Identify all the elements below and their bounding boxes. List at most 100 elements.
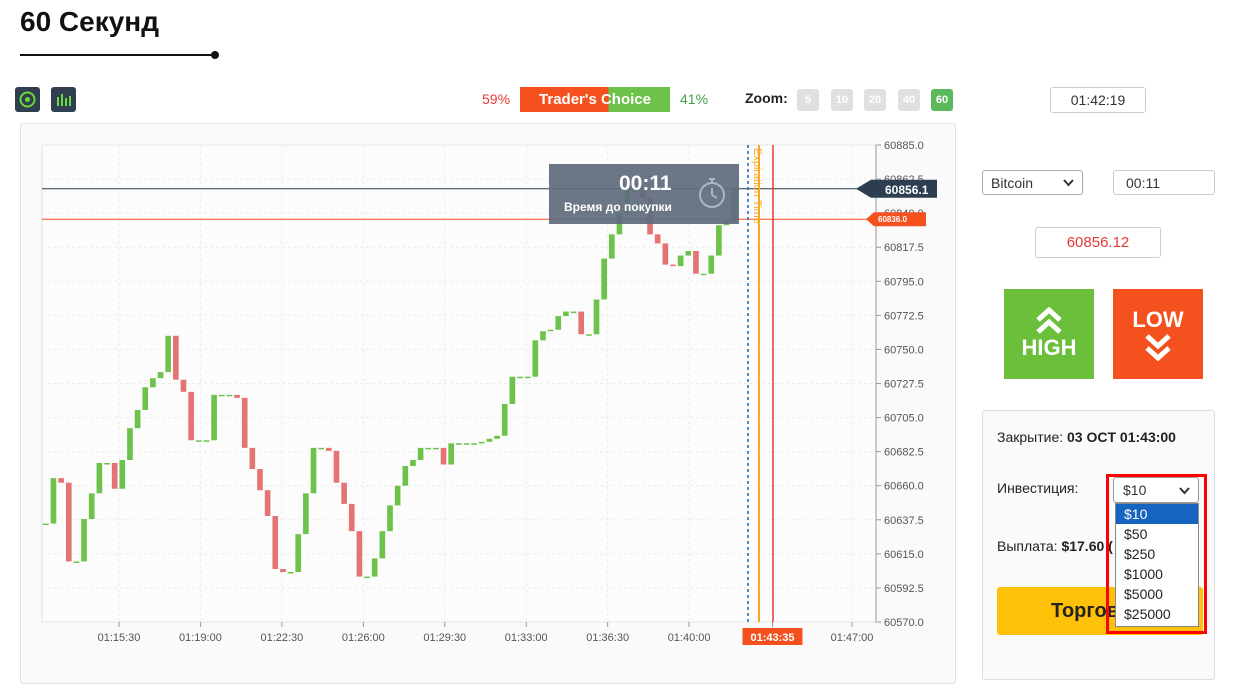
candle <box>303 493 309 535</box>
candle <box>241 397 248 448</box>
candle <box>111 463 118 489</box>
traders-choice-label: Trader's Choice <box>539 91 651 108</box>
candle <box>700 273 707 276</box>
y-tick-label: 60727.5 <box>884 379 924 391</box>
investment-label: Инвестиция: <box>997 480 1079 496</box>
y-tick-label: 60750.0 <box>884 344 924 356</box>
candle <box>81 519 87 562</box>
candle <box>280 569 286 573</box>
candle <box>73 561 80 563</box>
investment-option[interactable]: $250 <box>1116 544 1198 564</box>
candle <box>670 264 676 267</box>
candle <box>578 311 585 335</box>
candle <box>371 558 378 577</box>
candle <box>524 376 531 379</box>
candle <box>348 503 355 532</box>
zoom-button-60[interactable]: 60 <box>931 89 953 111</box>
candle <box>325 447 332 451</box>
investment-option[interactable]: $1000 <box>1116 564 1198 584</box>
candle <box>226 394 233 397</box>
y-tick-label: 60705.0 <box>884 413 924 425</box>
server-clock: 01:42:19 <box>1050 87 1146 113</box>
current-price-display: 60856.12 <box>1035 227 1161 258</box>
candle <box>165 335 172 373</box>
candle <box>310 447 317 494</box>
candle <box>173 335 179 380</box>
title-underline-dot <box>211 51 219 59</box>
y-tick-label: 60637.5 <box>884 515 924 527</box>
candle <box>341 482 347 504</box>
asset-select[interactable]: Bitcoin <box>982 170 1083 195</box>
candle <box>134 410 141 429</box>
zoom-button-10[interactable]: 10 <box>831 89 853 111</box>
candle <box>295 534 302 573</box>
timer-label: Время до покупки <box>564 200 672 214</box>
investment-option[interactable]: $10 <box>1116 504 1198 524</box>
candle <box>356 531 363 577</box>
candle <box>150 378 156 388</box>
candle <box>402 466 409 486</box>
x-tick-label: 01:33:00 <box>505 632 548 644</box>
investment-select[interactable]: $10 <box>1113 477 1199 503</box>
zoom-button-5[interactable]: 5 <box>797 89 819 111</box>
investment-selected-value: $10 <box>1123 482 1147 498</box>
investment-option[interactable]: $5000 <box>1116 584 1198 604</box>
double-chevron-down-icon <box>1145 334 1171 361</box>
candle <box>287 572 294 574</box>
low-button[interactable]: LOW <box>1113 289 1203 379</box>
candle <box>471 443 477 445</box>
y-tick-label: 60772.5 <box>884 310 924 322</box>
candle <box>195 440 202 442</box>
candle <box>433 447 439 450</box>
expiration-time-label: Expiration Time <box>751 148 763 224</box>
zoom-button-20[interactable]: 20 <box>864 89 886 111</box>
payout-row: Выплата: $17.60 ( <box>997 538 1113 554</box>
candle <box>555 316 562 330</box>
candle <box>104 463 110 465</box>
close-value: 03 OCT 01:43:00 <box>1067 429 1176 445</box>
current-price-marker-label: 60856.1 <box>885 183 929 197</box>
x-tick-label: 01:15:30 <box>98 632 141 644</box>
candle <box>157 372 164 379</box>
investment-option[interactable]: $25000 <box>1116 604 1198 624</box>
chevron-down-icon <box>1179 487 1190 495</box>
candle <box>593 299 600 335</box>
candle <box>478 441 485 444</box>
chart-type-button[interactable] <box>15 87 40 112</box>
candle <box>119 459 126 489</box>
candle <box>509 376 516 404</box>
target-icon <box>19 91 36 108</box>
candle <box>494 435 500 439</box>
zoom-label: Zoom: <box>745 90 788 106</box>
candle <box>456 443 462 445</box>
candle <box>410 459 416 467</box>
candles-button[interactable] <box>51 87 76 112</box>
candle <box>540 331 546 341</box>
candle <box>188 391 194 441</box>
low-button-label: LOW <box>1132 307 1184 332</box>
candle <box>501 403 508 436</box>
candle <box>96 463 103 494</box>
candle <box>532 340 539 377</box>
y-tick-label: 60660.0 <box>884 481 924 493</box>
candle <box>88 493 95 520</box>
candle <box>58 478 64 483</box>
candle <box>257 469 263 491</box>
candle <box>65 482 72 562</box>
payout-label: Выплата: <box>997 538 1058 554</box>
bar-chart-icon <box>57 94 71 106</box>
traders-choice-bar: Trader's Choice <box>520 87 670 112</box>
high-button[interactable]: HIGH <box>1004 289 1094 379</box>
close-label: Закрытие: <box>997 429 1064 445</box>
investment-option[interactable]: $50 <box>1116 524 1198 544</box>
candle <box>43 523 49 526</box>
candle <box>264 490 271 516</box>
candle <box>662 243 669 265</box>
price-chart: 60885.060862.560840.060817.560795.060772… <box>20 123 956 684</box>
candle <box>440 447 447 465</box>
candle <box>272 516 279 569</box>
traders-choice-high-percent: 41% <box>680 91 709 107</box>
candle <box>693 251 699 274</box>
candle <box>586 334 592 336</box>
zoom-button-40[interactable]: 40 <box>898 89 920 111</box>
